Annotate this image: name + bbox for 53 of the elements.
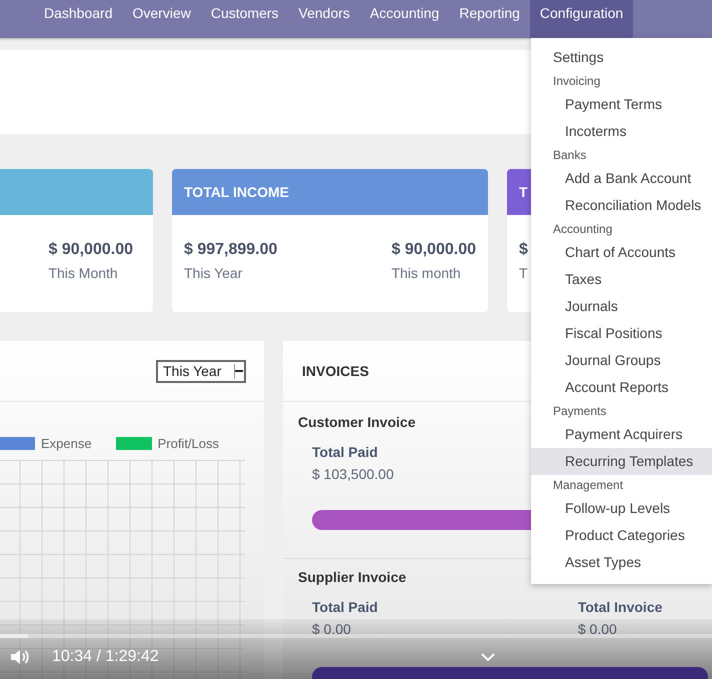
menu-item[interactable]: Chart of Accounts [531, 239, 712, 266]
menu-section-heading: Banks [552, 147, 588, 164]
legend-label: Profit/Loss [158, 436, 220, 451]
video-time: 10:34 / 1:29:42 [52, 648, 159, 666]
stat-value: $ 0.00 [312, 621, 352, 637]
volume-icon[interactable] [10, 648, 30, 666]
period-label: This Month [48, 265, 119, 281]
menu-item[interactable]: Taxes [531, 266, 712, 293]
period-label: This month [391, 265, 462, 281]
stat-label: Total Paid [312, 599, 378, 615]
nav-menu-item[interactable]: Configuration [530, 0, 634, 38]
card-title: TOTAL INCOME [184, 184, 289, 200]
amount-value: $ 997,899.00 [184, 241, 278, 259]
nav-menu-item[interactable]: Overview [122, 0, 201, 38]
menu-item[interactable]: Journals [531, 293, 712, 320]
nav-menu-item[interactable]: Customers [200, 0, 289, 38]
menu-item[interactable]: Reconciliation Models [531, 192, 712, 219]
chevron-down-icon[interactable] [480, 652, 495, 662]
menu-section-heading: Payments [552, 403, 608, 420]
stat-value: $ 103,500.00 [312, 466, 394, 482]
nav-menu-item[interactable]: Dashboard [34, 0, 122, 38]
menu-item[interactable]: Account Reports [531, 374, 712, 401]
menu-section-heading: Management [552, 477, 624, 494]
menu-item[interactable]: Product Categories [531, 522, 712, 549]
stat-label: Total Invoice [578, 599, 662, 615]
amount-value: $ 90,000.00 [391, 241, 476, 259]
invoice-group-title: Customer Invoice [298, 414, 416, 430]
menu-item[interactable]: Incoterms [531, 118, 712, 145]
menu-item[interactable]: Add a Bank Account [531, 165, 712, 192]
card-title: T [519, 184, 528, 200]
menu-item[interactable]: Journal Groups [531, 347, 712, 374]
invoice-group-title: Supplier Invoice [298, 569, 408, 585]
legend-label: Expense [41, 436, 92, 451]
nav-menu-item[interactable]: Reporting [449, 0, 530, 38]
menu-item[interactable]: Asset Types [531, 549, 712, 576]
menu-item[interactable]: Settings [531, 44, 712, 71]
period-label: This Year [184, 265, 244, 281]
amount-value: $ 90,000.00 [48, 241, 133, 259]
nav-menu-item[interactable]: Vendors [288, 0, 360, 38]
amount-value: $ [519, 241, 528, 259]
panel-title: INVOICES [302, 363, 369, 379]
menu-section-heading: Accounting [552, 221, 614, 238]
menu-section-heading: Invoicing [552, 73, 602, 90]
period-label: T [519, 265, 528, 281]
nav-menu-item[interactable]: Accounting [360, 0, 450, 38]
menu-item[interactable]: Follow-up Levels [531, 495, 712, 522]
stat-value: $ 0.00 [578, 621, 618, 637]
menu-item[interactable]: Payment Terms [531, 91, 712, 118]
menu-item[interactable]: Recurring Templates [531, 448, 712, 475]
menu-item[interactable]: Fiscal Positions [531, 320, 712, 347]
stat-label: Total Paid [312, 444, 379, 460]
menu-item[interactable]: Payment Acquirers [531, 421, 712, 448]
period-dropdown[interactable]: This Year [156, 360, 246, 382]
